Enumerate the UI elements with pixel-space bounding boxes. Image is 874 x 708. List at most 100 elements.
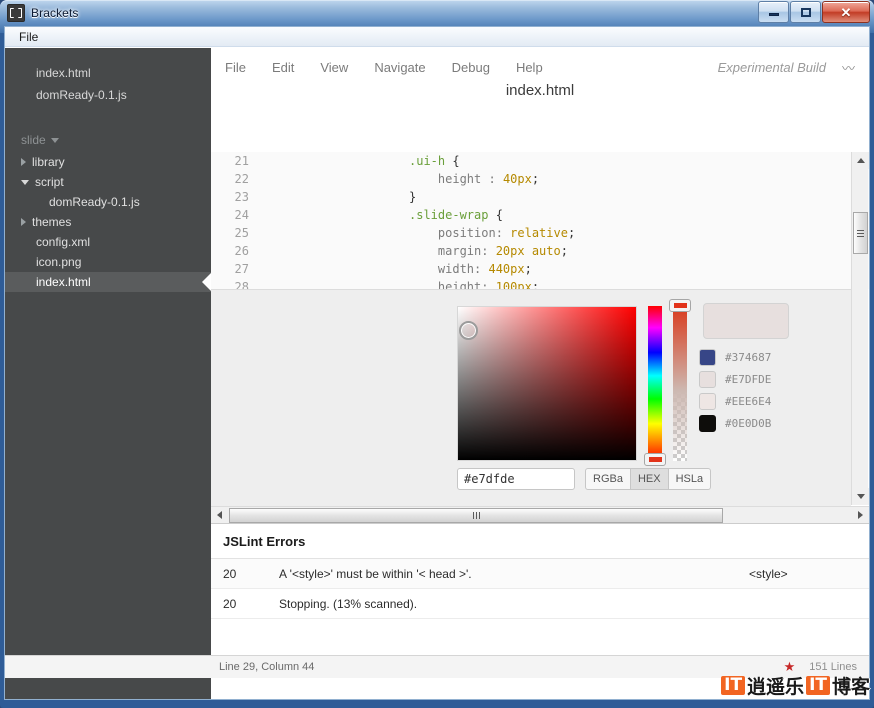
page-title: index.html: [211, 82, 869, 108]
tree-label: index.html: [36, 275, 91, 289]
code-text: width: 440px;: [257, 260, 532, 278]
swatch-item[interactable]: #E7DFDE: [699, 369, 771, 390]
scroll-up-button[interactable]: [852, 152, 869, 169]
close-button[interactable]: ✕: [822, 1, 870, 23]
color-value-input[interactable]: #e7dfde: [457, 468, 575, 490]
cursor-position[interactable]: Line 29, Column 44: [5, 661, 314, 673]
code-text: position: relative;: [257, 224, 575, 242]
brackets-icon: [7, 4, 25, 22]
hue-slider[interactable]: [648, 306, 662, 461]
table-row[interactable]: 20 Stopping. (13% scanned).: [211, 589, 869, 619]
alpha-slider-handle[interactable]: [669, 299, 691, 312]
menu-view[interactable]: View: [320, 60, 348, 75]
inline-color-picker: #374687 #E7DFDE #EEE6E4 #0E0D0B: [211, 289, 851, 507]
working-file-item[interactable]: index.html: [5, 62, 211, 84]
client-area: File index.html domReady-0.1.js slide li…: [4, 26, 870, 700]
editor-horizontal-scrollbar[interactable]: [211, 506, 869, 523]
project-header[interactable]: slide: [5, 130, 211, 152]
editor-menu-right: Experimental Build 〰: [718, 58, 869, 77]
tree-file-domready[interactable]: domReady-0.1.js: [5, 192, 211, 212]
line-number: 26: [211, 242, 257, 260]
format-rgba-button[interactable]: RGBa: [585, 468, 631, 490]
code-text: .slide-wrap {: [257, 206, 503, 224]
swatch-chip: [699, 349, 716, 366]
working-file-item[interactable]: domReady-0.1.js: [5, 84, 211, 106]
editor-vertical-scrollbar[interactable]: [851, 152, 868, 505]
line-number: 24: [211, 206, 257, 224]
tree-folder-themes[interactable]: themes: [5, 212, 211, 232]
chevron-right-icon: [21, 158, 26, 166]
live-preview-icon[interactable]: 〰: [842, 58, 855, 77]
tree-label: domReady-0.1.js: [49, 195, 140, 209]
tree-label: script: [35, 175, 64, 189]
line-number: 28: [211, 278, 257, 289]
sv-selector-handle[interactable]: [459, 321, 478, 340]
tree-file-config[interactable]: config.xml: [5, 232, 211, 252]
scroll-left-button[interactable]: [211, 507, 228, 524]
minimize-button[interactable]: [758, 1, 789, 23]
host-menu-file[interactable]: File: [15, 30, 42, 44]
watermark: IT 逍遥乐 IT 博客: [721, 670, 870, 700]
window-controls: ✕: [757, 1, 870, 23]
project-name: slide: [21, 133, 46, 147]
working-files-list: index.html domReady-0.1.js: [5, 48, 211, 106]
selection-arrow-icon: [202, 273, 211, 291]
jslint-line-number: 20: [211, 597, 279, 611]
format-hsla-button[interactable]: HSLa: [669, 468, 712, 490]
host-menu-bar[interactable]: File: [5, 27, 869, 47]
line-number: 23: [211, 188, 257, 206]
format-hex-button[interactable]: HEX: [631, 468, 669, 490]
table-row[interactable]: 20 A '<style>' must be within '< head >'…: [211, 559, 869, 589]
arrow-right-icon: [858, 511, 863, 519]
experimental-build-label: Experimental Build: [718, 60, 826, 75]
editor-menu-bar[interactable]: File Edit View Navigate Debug Help Exper…: [211, 48, 869, 86]
menu-debug[interactable]: Debug: [452, 60, 490, 75]
code-line: 27 width: 440px;: [211, 260, 869, 278]
hue-slider-handle[interactable]: [644, 453, 666, 466]
tree-label: library: [32, 155, 65, 169]
tree-file-icon-png[interactable]: icon.png: [5, 252, 211, 272]
alpha-slider[interactable]: [673, 306, 687, 461]
swatch-chip: [699, 393, 716, 410]
code-editor[interactable]: 21.ui-h { 22 height : 40px; 23} 24.slide…: [211, 152, 869, 289]
menu-help[interactable]: Help: [516, 60, 543, 75]
tree-label: icon.png: [36, 255, 81, 269]
vertical-scroll-thumb[interactable]: [853, 212, 868, 254]
tree-file-index-html[interactable]: index.html: [5, 272, 211, 292]
code-line: 23}: [211, 188, 869, 206]
scroll-down-button[interactable]: [852, 488, 869, 505]
swatch-item[interactable]: #EEE6E4: [699, 391, 771, 412]
code-text: height: 100px;: [257, 278, 539, 289]
watermark-text-a: 逍遥乐: [747, 672, 804, 699]
code-line: 24.slide-wrap {: [211, 206, 869, 224]
swatch-item[interactable]: #374687: [699, 347, 771, 368]
code-line: 28 height: 100px;: [211, 278, 869, 289]
code-line: 21.ui-h {: [211, 152, 869, 170]
title-bar[interactable]: Brackets ✕: [0, 0, 874, 26]
menu-edit[interactable]: Edit: [272, 60, 294, 75]
watermark-badge: IT: [721, 676, 745, 695]
tree-label: config.xml: [36, 235, 90, 249]
swatch-label: #E7DFDE: [725, 373, 771, 386]
arrow-up-icon: [857, 158, 865, 163]
tree-folder-library[interactable]: library: [5, 152, 211, 172]
chevron-right-icon: [21, 218, 26, 226]
horizontal-scroll-thumb[interactable]: [229, 508, 723, 523]
swatch-label: #374687: [725, 351, 771, 364]
tree-folder-script[interactable]: script: [5, 172, 211, 192]
scroll-right-button[interactable]: [852, 507, 869, 524]
code-text: height : 40px;: [257, 170, 539, 188]
code-line: 26 margin: 20px auto;: [211, 242, 869, 260]
color-preview: [703, 303, 789, 339]
saturation-value-field[interactable]: [457, 306, 637, 461]
menu-navigate[interactable]: Navigate: [374, 60, 425, 75]
menu-file[interactable]: File: [225, 60, 246, 75]
line-number: 27: [211, 260, 257, 278]
jslint-token: <style>: [749, 567, 869, 581]
maximize-button[interactable]: [790, 1, 821, 23]
swatch-item[interactable]: #0E0D0B: [699, 413, 771, 434]
body-area: index.html domReady-0.1.js slide library…: [5, 48, 869, 699]
jslint-line-number: 20: [211, 567, 279, 581]
sidebar: index.html domReady-0.1.js slide library…: [5, 48, 211, 699]
jslint-message: Stopping. (13% scanned).: [279, 597, 749, 611]
